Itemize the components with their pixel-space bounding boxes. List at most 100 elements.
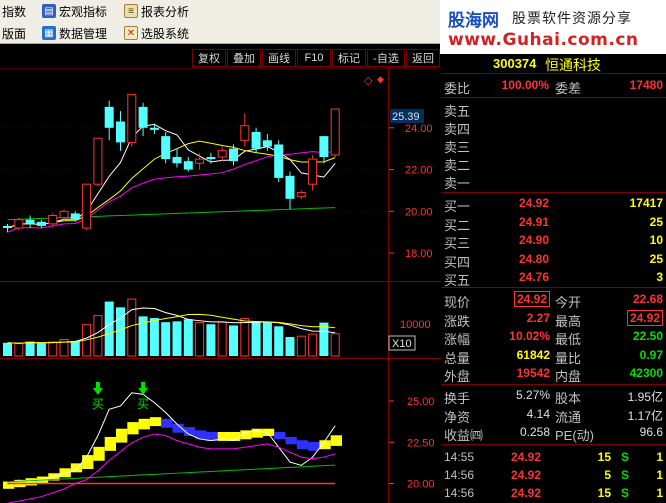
price-axis: 25.39 24.00 22.00 20.00 18.00 bbox=[389, 109, 433, 260]
indicator-band-step bbox=[82, 455, 94, 469]
buy-label: 买三 bbox=[444, 236, 471, 251]
tick-count: 1 bbox=[656, 450, 663, 464]
banner-url[interactable]: www.Guhai.com.cn bbox=[448, 30, 639, 50]
buy-signal: 买 bbox=[92, 382, 104, 411]
volume-bar bbox=[262, 322, 272, 356]
stat-value: 2.27 bbox=[526, 310, 550, 325]
buy-price: 24.80 bbox=[518, 251, 549, 266]
mark-button[interactable]: 标记 bbox=[332, 49, 366, 67]
candle bbox=[285, 171, 295, 210]
buy-signals: 买买 bbox=[92, 382, 149, 411]
volume-bar bbox=[70, 341, 80, 356]
back-button[interactable]: 返回 bbox=[406, 49, 440, 67]
buy-volume: 17417 bbox=[629, 196, 663, 210]
volume-bar bbox=[104, 301, 114, 356]
overlay-button[interactable]: 叠加 bbox=[227, 49, 261, 67]
menu-item-stock-select[interactable]: ✕ 选股系统 bbox=[124, 23, 189, 43]
down-arrow-icon bbox=[92, 388, 103, 395]
stat-label: 总量 bbox=[444, 350, 471, 366]
sell-label: 卖一 bbox=[444, 176, 471, 191]
fundamental-label-2: 流通 bbox=[555, 409, 582, 425]
fundamental-value-2: 96.6 bbox=[639, 425, 663, 439]
tick-volume: 5 bbox=[604, 468, 611, 482]
indicator-band-step bbox=[274, 432, 286, 440]
volume-bars bbox=[3, 298, 340, 357]
volume-bar bbox=[3, 342, 12, 356]
buy-row: 买四 24.80 25 bbox=[441, 251, 666, 270]
candle bbox=[172, 148, 182, 168]
candle bbox=[251, 127, 261, 153]
price-tick: 24.00 bbox=[405, 123, 433, 135]
stock-chart[interactable]: ◇ ◆ 25.39 24.00 22.00 20.00 18.00 10000 X10… bbox=[0, 68, 441, 503]
indicator-band-step bbox=[251, 428, 263, 438]
report-icon: ≡ bbox=[124, 4, 138, 18]
menu-item-data-management[interactable]: ▦ 数据管理 bbox=[42, 23, 107, 43]
volume-bar bbox=[116, 307, 125, 356]
stat-value-2: 42300 bbox=[629, 366, 663, 380]
candle bbox=[217, 146, 227, 162]
tick-price: 24.92 bbox=[511, 486, 542, 500]
tick-direction: S bbox=[621, 468, 630, 482]
buy-price: 24.91 bbox=[518, 214, 549, 229]
menu-item-layout[interactable]: 版面 bbox=[2, 23, 26, 43]
fundamental-value-2: 1.17亿 bbox=[627, 408, 663, 423]
buy-label: 买二 bbox=[444, 217, 471, 233]
fundamental-row: 净资 4.14 流通 1.17亿 bbox=[441, 406, 666, 425]
volume-bar bbox=[183, 319, 193, 356]
sell-row: 卖三 bbox=[441, 136, 666, 155]
indicator-band-step bbox=[161, 418, 173, 428]
fundamental-value: 4.14 bbox=[526, 406, 550, 421]
stat-label-2: 内盘 bbox=[555, 369, 582, 384]
tick-count: 1 bbox=[656, 468, 663, 482]
weibi-row: 委比 100.00% 委差 17480 bbox=[444, 78, 663, 96]
select-icon: ✕ bbox=[124, 26, 138, 40]
candle bbox=[229, 144, 238, 166]
price-tick: 18.00 bbox=[405, 248, 433, 260]
price-tick: 20.00 bbox=[405, 206, 433, 218]
menu-item-report[interactable]: ≡ 报表分析 bbox=[124, 1, 189, 21]
stat-label: 现价 bbox=[444, 295, 471, 310]
draw-line-button[interactable]: 画线 bbox=[262, 49, 296, 67]
candle bbox=[195, 152, 205, 170]
chart-icon: ▤ bbox=[42, 4, 56, 18]
stock-code: 300374 bbox=[493, 56, 537, 71]
menu-item-index[interactable]: 指数 bbox=[2, 1, 26, 21]
volume-bar bbox=[161, 322, 171, 356]
volume-bar bbox=[48, 341, 58, 357]
buy-row: 买二 24.91 25 bbox=[441, 214, 666, 233]
weibi-value: 100.00% bbox=[501, 78, 549, 92]
volume-tick: 10000 bbox=[400, 319, 431, 331]
candle bbox=[116, 111, 125, 151]
indicator-band-step bbox=[285, 436, 297, 445]
tick-time: 14:55 bbox=[444, 450, 475, 464]
buy-signal-label: 买 bbox=[92, 397, 104, 411]
buy-price: 24.76 bbox=[518, 270, 549, 284]
remove-watchlist-button[interactable]: -自选 bbox=[367, 49, 405, 67]
volume-bar bbox=[251, 321, 261, 356]
candle bbox=[104, 100, 114, 141]
stock-name: 恒通科技 bbox=[545, 57, 601, 73]
chart-toolbar: 复权 叠加 画线 F10 标记 -自选 返回 bbox=[0, 48, 440, 68]
candle bbox=[274, 140, 284, 183]
fundamental-label: 换手 bbox=[444, 391, 471, 406]
tick-price: 24.92 bbox=[511, 450, 542, 464]
indicator-band-step bbox=[138, 418, 150, 430]
weicha-value: 17480 bbox=[629, 78, 663, 92]
volume-bar bbox=[14, 343, 24, 357]
buy-price: 24.92 bbox=[518, 196, 549, 210]
candle bbox=[14, 217, 24, 231]
fundamental-row: 收益㈣ 0.258 PE(动) 96.6 bbox=[441, 424, 666, 443]
candle bbox=[36, 219, 46, 229]
indicator-band-step bbox=[104, 436, 116, 451]
volume-bar bbox=[285, 337, 295, 356]
restore-rights-button[interactable]: 复权 bbox=[192, 49, 226, 67]
stat-label-2: 今开 bbox=[555, 295, 582, 310]
candle bbox=[296, 190, 306, 199]
menu-item-macro[interactable]: ▤ 宏观指标 bbox=[42, 1, 107, 21]
f10-button[interactable]: F10 bbox=[297, 49, 331, 67]
indicator-panel bbox=[3, 392, 342, 503]
stat-value-2: 0.97 bbox=[639, 347, 663, 362]
stat-row: 总量 61842 量比 0.97 bbox=[441, 347, 666, 366]
volume-axis: 10000 X10 bbox=[388, 319, 431, 351]
candle bbox=[82, 183, 92, 231]
